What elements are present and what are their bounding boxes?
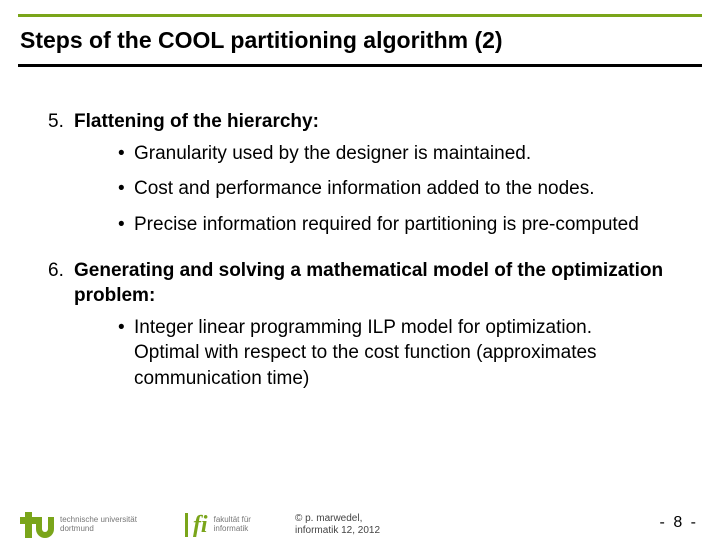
bullet-item: • Cost and performance information added… <box>118 176 680 202</box>
bullet-text: Cost and performance information added t… <box>134 176 680 202</box>
bullet-item: • Precise information required for parti… <box>118 212 680 238</box>
copy-line2: informatik 12, 2012 <box>295 525 380 537</box>
tu-logo-text: technische universität dortmund <box>60 516 137 534</box>
item-heading: Flattening of the hierarchy: <box>74 109 319 135</box>
page-number: - 8 - <box>660 514 698 532</box>
item-heading: Generating and solving a mathematical mo… <box>74 258 680 309</box>
copyright-text: © p. marwedel, informatik 12, 2012 <box>295 513 380 537</box>
fi-logo-icon: fi <box>185 513 208 537</box>
list-item: 5. Flattening of the hierarchy: <box>48 109 680 135</box>
list-item: 6. Generating and solving a mathematical… <box>48 258 680 309</box>
item-number: 6. <box>48 258 74 309</box>
bullet-text: Integer linear programming ILP model for… <box>134 315 680 392</box>
bullet-icon: • <box>118 176 134 202</box>
slide-body: 5. Flattening of the hierarchy: • Granul… <box>0 67 720 392</box>
top-accent-rule <box>18 14 702 17</box>
bullet-icon: • <box>118 141 134 167</box>
slide-title: Steps of the COOL partitioning algorithm… <box>20 27 702 54</box>
bullet-icon: • <box>118 212 134 238</box>
bullet-text: Granularity used by the designer is main… <box>134 141 680 167</box>
tu-line2: dortmund <box>60 525 137 534</box>
bullet-text: Precise information required for partiti… <box>134 212 680 238</box>
fi-line2: informatik <box>214 525 251 534</box>
bullet-icon: • <box>118 315 134 392</box>
tu-logo-icon <box>20 512 54 538</box>
bullet-item: • Integer linear programming ILP model f… <box>118 315 680 392</box>
fi-logo: fi fakultät für informatik <box>185 513 251 537</box>
bullet-group: • Integer linear programming ILP model f… <box>118 315 680 392</box>
copy-line1: © p. marwedel, <box>295 513 380 525</box>
bullet-group: • Granularity used by the designer is ma… <box>118 141 680 238</box>
tu-dortmund-logo: technische universität dortmund <box>20 512 137 538</box>
fi-logo-text: fakultät für informatik <box>214 516 251 534</box>
item-number: 5. <box>48 109 74 135</box>
bullet-item: • Granularity used by the designer is ma… <box>118 141 680 167</box>
